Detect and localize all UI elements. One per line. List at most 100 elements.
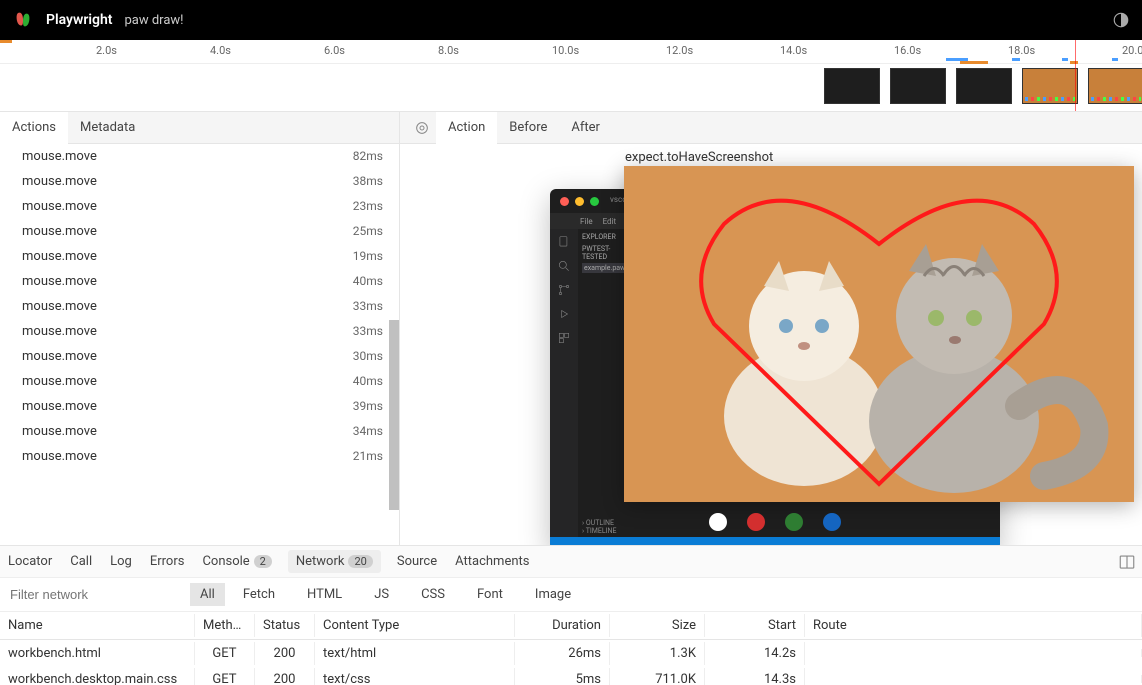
- action-name: mouse.move: [22, 224, 97, 239]
- action-row[interactable]: mouse.move33ms: [0, 294, 399, 319]
- film-frame[interactable]: [1022, 68, 1078, 104]
- network-badge: 20: [348, 555, 372, 568]
- timeline-tick: 16.0s: [894, 44, 921, 57]
- col-route[interactable]: Route: [805, 614, 1142, 637]
- timeline[interactable]: 2.0s 4.0s 6.0s 8.0s 10.0s 12.0s 14.0s 16…: [0, 40, 1142, 112]
- left-tabs: Actions Metadata: [0, 112, 399, 144]
- filter-chip-font[interactable]: Font: [467, 583, 513, 606]
- tab-before[interactable]: Before: [497, 112, 559, 143]
- console-badge: 2: [254, 555, 272, 568]
- paw-palette: [709, 513, 841, 531]
- action-row[interactable]: mouse.move30ms: [0, 344, 399, 369]
- actions-pane: Actions Metadata mouse.move82msmouse.mov…: [0, 112, 400, 545]
- action-row[interactable]: mouse.move34ms: [0, 419, 399, 444]
- brand-name: Playwright: [46, 12, 112, 28]
- cell-status: 200: [255, 668, 315, 685]
- col-name[interactable]: Name: [0, 614, 195, 637]
- filter-chip-js[interactable]: JS: [364, 583, 399, 606]
- cell-method: GET: [195, 642, 255, 665]
- film-frame[interactable]: [824, 68, 880, 104]
- action-row[interactable]: mouse.move82ms: [0, 144, 399, 169]
- menu-item: File: [580, 217, 593, 226]
- action-row[interactable]: mouse.move39ms: [0, 394, 399, 419]
- action-name: mouse.move: [22, 324, 97, 339]
- film-frame[interactable]: [956, 68, 1012, 104]
- action-name: mouse.move: [22, 349, 97, 364]
- tab-call[interactable]: Call: [68, 550, 94, 573]
- action-list[interactable]: mouse.move82msmouse.move38msmouse.move23…: [0, 144, 399, 545]
- film-frame[interactable]: [890, 68, 946, 104]
- theme-toggle-icon[interactable]: [1112, 11, 1130, 29]
- col-duration[interactable]: Duration: [515, 614, 610, 637]
- branch-icon: [557, 283, 571, 297]
- network-filter-input[interactable]: [0, 578, 190, 611]
- tab-after[interactable]: After: [559, 112, 612, 143]
- tab-console-label: Console: [202, 554, 249, 569]
- col-size[interactable]: Size: [610, 614, 705, 637]
- action-duration: 25ms: [353, 224, 383, 239]
- timeline-tick: 14.0s: [780, 44, 807, 57]
- network-table: Name Method Status Content Type Duration…: [0, 612, 1142, 685]
- menu-item: Edit: [603, 217, 617, 226]
- tab-errors[interactable]: Errors: [148, 550, 187, 573]
- tab-locator[interactable]: Locator: [6, 550, 54, 573]
- scrollbar-thumb[interactable]: [389, 320, 399, 510]
- network-table-header: Name Method Status Content Type Duration…: [0, 612, 1142, 640]
- timeline-segment: [1012, 58, 1020, 61]
- cell-content-type: text/css: [315, 668, 515, 685]
- filter-chip-html[interactable]: HTML: [297, 583, 352, 606]
- action-row[interactable]: mouse.move23ms: [0, 194, 399, 219]
- col-content-type[interactable]: Content Type: [315, 614, 515, 637]
- filter-chip-css[interactable]: CSS: [411, 583, 455, 606]
- action-duration: 21ms: [353, 449, 383, 464]
- tab-console[interactable]: Console 2: [200, 550, 273, 573]
- film-frame[interactable]: [1088, 68, 1142, 104]
- action-row[interactable]: mouse.move38ms: [0, 169, 399, 194]
- filter-chip-fetch[interactable]: Fetch: [233, 583, 285, 606]
- paw-green-icon: [785, 513, 803, 531]
- cell-start: 14.3s: [705, 668, 805, 685]
- screenshot-popup: [624, 166, 1134, 502]
- action-row[interactable]: mouse.move40ms: [0, 369, 399, 394]
- paw-blue-icon: [823, 513, 841, 531]
- cell-status: 200: [255, 642, 315, 665]
- timeline-tick: 6.0s: [324, 44, 345, 57]
- cell-name: workbench.html: [0, 642, 195, 665]
- action-duration: 33ms: [353, 299, 383, 314]
- action-row[interactable]: mouse.move19ms: [0, 244, 399, 269]
- tab-source[interactable]: Source: [395, 550, 439, 573]
- col-method[interactable]: Method: [195, 614, 255, 637]
- locator-target-icon[interactable]: [408, 112, 436, 143]
- paw-red-icon: [747, 513, 765, 531]
- action-name: mouse.move: [22, 449, 97, 464]
- tab-log[interactable]: Log: [108, 550, 134, 573]
- action-row[interactable]: mouse.move 21ms: [0, 444, 399, 469]
- network-filter-row: All Fetch HTML JS CSS Font Image: [0, 578, 1142, 612]
- tab-actions[interactable]: Actions: [0, 112, 68, 144]
- action-duration: 39ms: [353, 399, 383, 414]
- col-status[interactable]: Status: [255, 614, 315, 637]
- timeline-segment: [1062, 58, 1068, 61]
- timeline-playhead[interactable]: [1075, 40, 1076, 111]
- action-row[interactable]: mouse.move40ms: [0, 269, 399, 294]
- window-controls: [560, 197, 599, 206]
- filter-chip-all[interactable]: All: [190, 583, 225, 606]
- action-row[interactable]: mouse.move33ms: [0, 319, 399, 344]
- network-row[interactable]: workbench.htmlGET200text/html26ms1.3K14.…: [0, 640, 1142, 666]
- snapshot-label: expect.toHaveScreenshot: [625, 150, 773, 165]
- col-start[interactable]: Start: [705, 614, 805, 637]
- network-row[interactable]: workbench.desktop.main.cssGET200text/css…: [0, 666, 1142, 685]
- outline-label: OUTLINE: [586, 519, 614, 527]
- tab-network[interactable]: Network20: [288, 550, 381, 573]
- split-pane-icon[interactable]: [1118, 553, 1136, 571]
- bottom-tabs: Locator Call Log Errors Console 2 Network…: [0, 546, 1142, 578]
- action-row[interactable]: mouse.move 25ms: [0, 219, 399, 244]
- timeline-tick: 10.0s: [552, 44, 579, 57]
- files-icon: [557, 235, 571, 249]
- heart-drawing-icon: [674, 174, 1084, 494]
- tab-attachments[interactable]: Attachments: [453, 550, 531, 573]
- tab-action[interactable]: Action: [436, 112, 497, 144]
- tab-metadata[interactable]: Metadata: [68, 112, 147, 143]
- cell-size: 1.3K: [610, 642, 705, 665]
- filter-chip-image[interactable]: Image: [525, 583, 581, 606]
